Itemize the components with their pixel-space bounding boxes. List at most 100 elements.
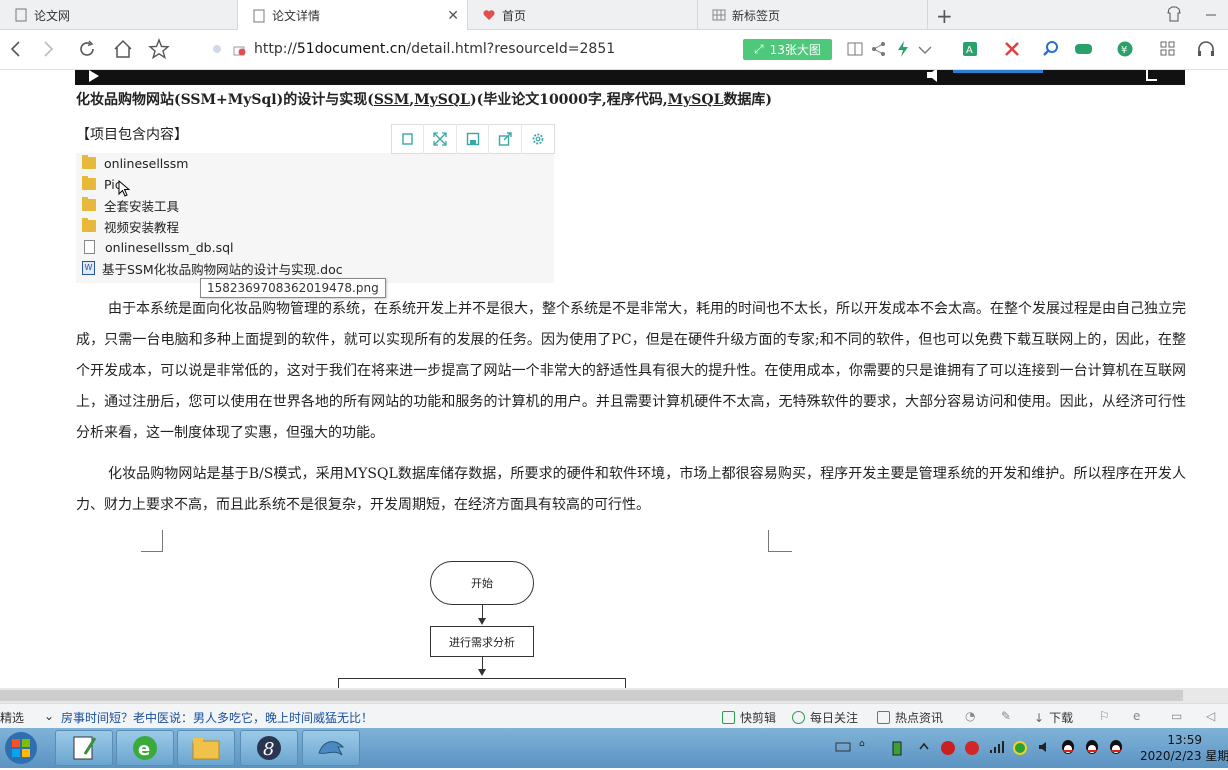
ie-icon[interactable]: e (1133, 709, 1140, 723)
window-icon[interactable]: ▭ (1171, 709, 1182, 723)
hot-news-button[interactable]: 热点资讯 (877, 709, 943, 726)
share-icon[interactable] (870, 40, 888, 58)
folder-icon (82, 218, 96, 232)
tray-expand-icon[interactable] (918, 740, 930, 756)
lightning-icon[interactable] (894, 40, 912, 58)
qq-icon[interactable] (1108, 739, 1124, 759)
yen-icon[interactable]: ¥ (1116, 40, 1134, 58)
tab-label: 首页 (502, 8, 527, 23)
star-icon[interactable] (148, 38, 170, 65)
headphones-icon[interactable] (1196, 40, 1214, 58)
url-prefix: http:// (254, 41, 297, 57)
tab-detail[interactable]: 论文详情 ✕ (238, 0, 468, 31)
page-corner-mark (768, 530, 792, 552)
status-item-label: 下载 (1049, 711, 1074, 725)
taskbar-app-explorer[interactable] (177, 730, 235, 766)
chevron-down-icon[interactable]: ⌄ (44, 709, 54, 723)
minimize-icon[interactable] (1203, 6, 1219, 26)
download-button[interactable]: ↓ 下载 (1034, 709, 1073, 726)
file-name: onlinesellssm (104, 155, 189, 171)
news-ticker-link[interactable]: 房事时间短？老中医说：男人多吃它，晚上时间威猛无比！ (61, 709, 373, 726)
tab-home[interactable]: 首页 (468, 0, 698, 30)
title-part: 化妆品购物网站(SSM+MySql)的设计与实现( (76, 92, 374, 108)
reader-icon[interactable] (846, 40, 864, 58)
forward-icon[interactable] (40, 38, 56, 65)
gear-icon[interactable] (522, 124, 554, 154)
volume-slider[interactable] (953, 70, 1043, 73)
start-button[interactable] (2, 730, 40, 770)
qq-icon[interactable] (1084, 739, 1100, 759)
clock-time: 13:59 (1167, 733, 1202, 747)
battery-icon[interactable] (891, 740, 903, 760)
daily-focus-button[interactable]: 每日关注 (792, 709, 858, 726)
translate-icon[interactable]: A (962, 40, 980, 58)
refresh-icon[interactable] (76, 38, 98, 65)
title-link-mysql[interactable]: MySQL (668, 92, 724, 108)
flag-icon[interactable]: ⚐ (1099, 709, 1110, 723)
tab-lunwenwang[interactable]: 论文网 (0, 0, 238, 30)
signal-icon[interactable] (989, 740, 1005, 758)
status-bar: 精选 ⌄ 房事时间短？老中医说：男人多吃它，晚上时间威猛无比！ 快剪辑 每日关注… (0, 703, 1228, 728)
tab-label: 论文详情 (272, 9, 321, 23)
status-item-label: 快剪辑 (740, 711, 777, 725)
page-corner-mark (141, 530, 163, 552)
security-icon[interactable] (965, 741, 979, 755)
play-icon[interactable] (87, 70, 101, 88)
shirt-icon[interactable] (1166, 6, 1182, 26)
title-link-mysql[interactable]: MySQL (414, 92, 470, 108)
file-name: onlinesellssm_db.sql (105, 239, 234, 255)
record-icon[interactable] (941, 741, 955, 755)
file-item: onlinesellssm (82, 153, 188, 173)
search-icon[interactable] (1042, 40, 1060, 58)
play-circle-icon (792, 711, 805, 724)
security-dot-icon[interactable] (211, 43, 223, 59)
flowchart-arrow (478, 669, 486, 676)
qq-icon[interactable] (1060, 739, 1076, 759)
flowchart-arrow (478, 618, 486, 625)
system-clock[interactable]: 13:59 2020/2/23 星期 (1140, 732, 1228, 764)
tab-newtab[interactable]: 新标签页 (698, 0, 928, 30)
copy-icon[interactable] (392, 124, 425, 154)
taskbar-app-eclipse[interactable]: 8 (240, 730, 298, 766)
file-item: Pic (82, 174, 122, 194)
save-icon[interactable] (457, 124, 490, 154)
fullscreen-icon[interactable] (424, 124, 457, 154)
chevron-down-icon[interactable] (916, 40, 934, 58)
share-out-icon[interactable] (489, 124, 522, 154)
taskbar-app-mysql[interactable] (302, 730, 360, 766)
taskbar-app-browser[interactable]: e (116, 730, 174, 766)
status-item-label: 热点资讯 (895, 711, 944, 725)
fullscreen-icon[interactable] (1145, 70, 1159, 88)
ime-icon[interactable]: ⌂ (858, 736, 870, 760)
shield-icon[interactable] (1013, 741, 1027, 755)
scrollbar-thumb[interactable] (0, 690, 1183, 701)
video-player-controls[interactable] (75, 68, 1185, 88)
gamepad-icon[interactable] (1074, 40, 1092, 58)
paragraph-2: 化妆品购物网站是基于B/S模式，采用MYSQL数据库储存数据，所要求的硬件和软件… (76, 466, 1186, 513)
url-text[interactable]: http://51document.cn/detail.html?resourc… (254, 41, 615, 57)
url-host: 51document.cn (296, 41, 407, 57)
new-tab-plus-icon[interactable]: + (936, 4, 953, 28)
file-name: 视频安装教程 (104, 219, 180, 235)
horizontal-scrollbar[interactable] (0, 688, 1228, 703)
close-icon[interactable]: ✕ (447, 8, 459, 24)
back-icon[interactable] (8, 38, 24, 65)
speed-icon[interactable]: ◔ (965, 709, 975, 723)
volume-icon[interactable] (925, 68, 943, 88)
quick-edit-button[interactable]: 快剪辑 (722, 709, 776, 726)
image-toolbar (391, 124, 555, 154)
site-blocked-icon[interactable] (232, 42, 246, 60)
images-view-button[interactable]: ⤢ 13张大图 (743, 39, 832, 60)
pin-icon[interactable]: ✎ (1001, 709, 1011, 723)
taskbar-app-notepad[interactable] (55, 730, 113, 766)
volume-icon[interactable]: ◁ (1206, 709, 1215, 723)
home-icon[interactable] (112, 38, 134, 65)
svg-text:A: A (966, 45, 973, 56)
file-list-image[interactable]: onlinesellssm Pic 全套安装工具 视频安装教程 onlinese… (76, 153, 554, 283)
apps-grid-icon[interactable] (1159, 40, 1177, 58)
scissors-icon[interactable] (1003, 40, 1021, 58)
grid-icon (712, 8, 726, 22)
speaker-icon[interactable] (1038, 740, 1052, 758)
keyboard-icon[interactable] (835, 740, 851, 758)
title-link-ssm[interactable]: SSM (374, 92, 409, 108)
